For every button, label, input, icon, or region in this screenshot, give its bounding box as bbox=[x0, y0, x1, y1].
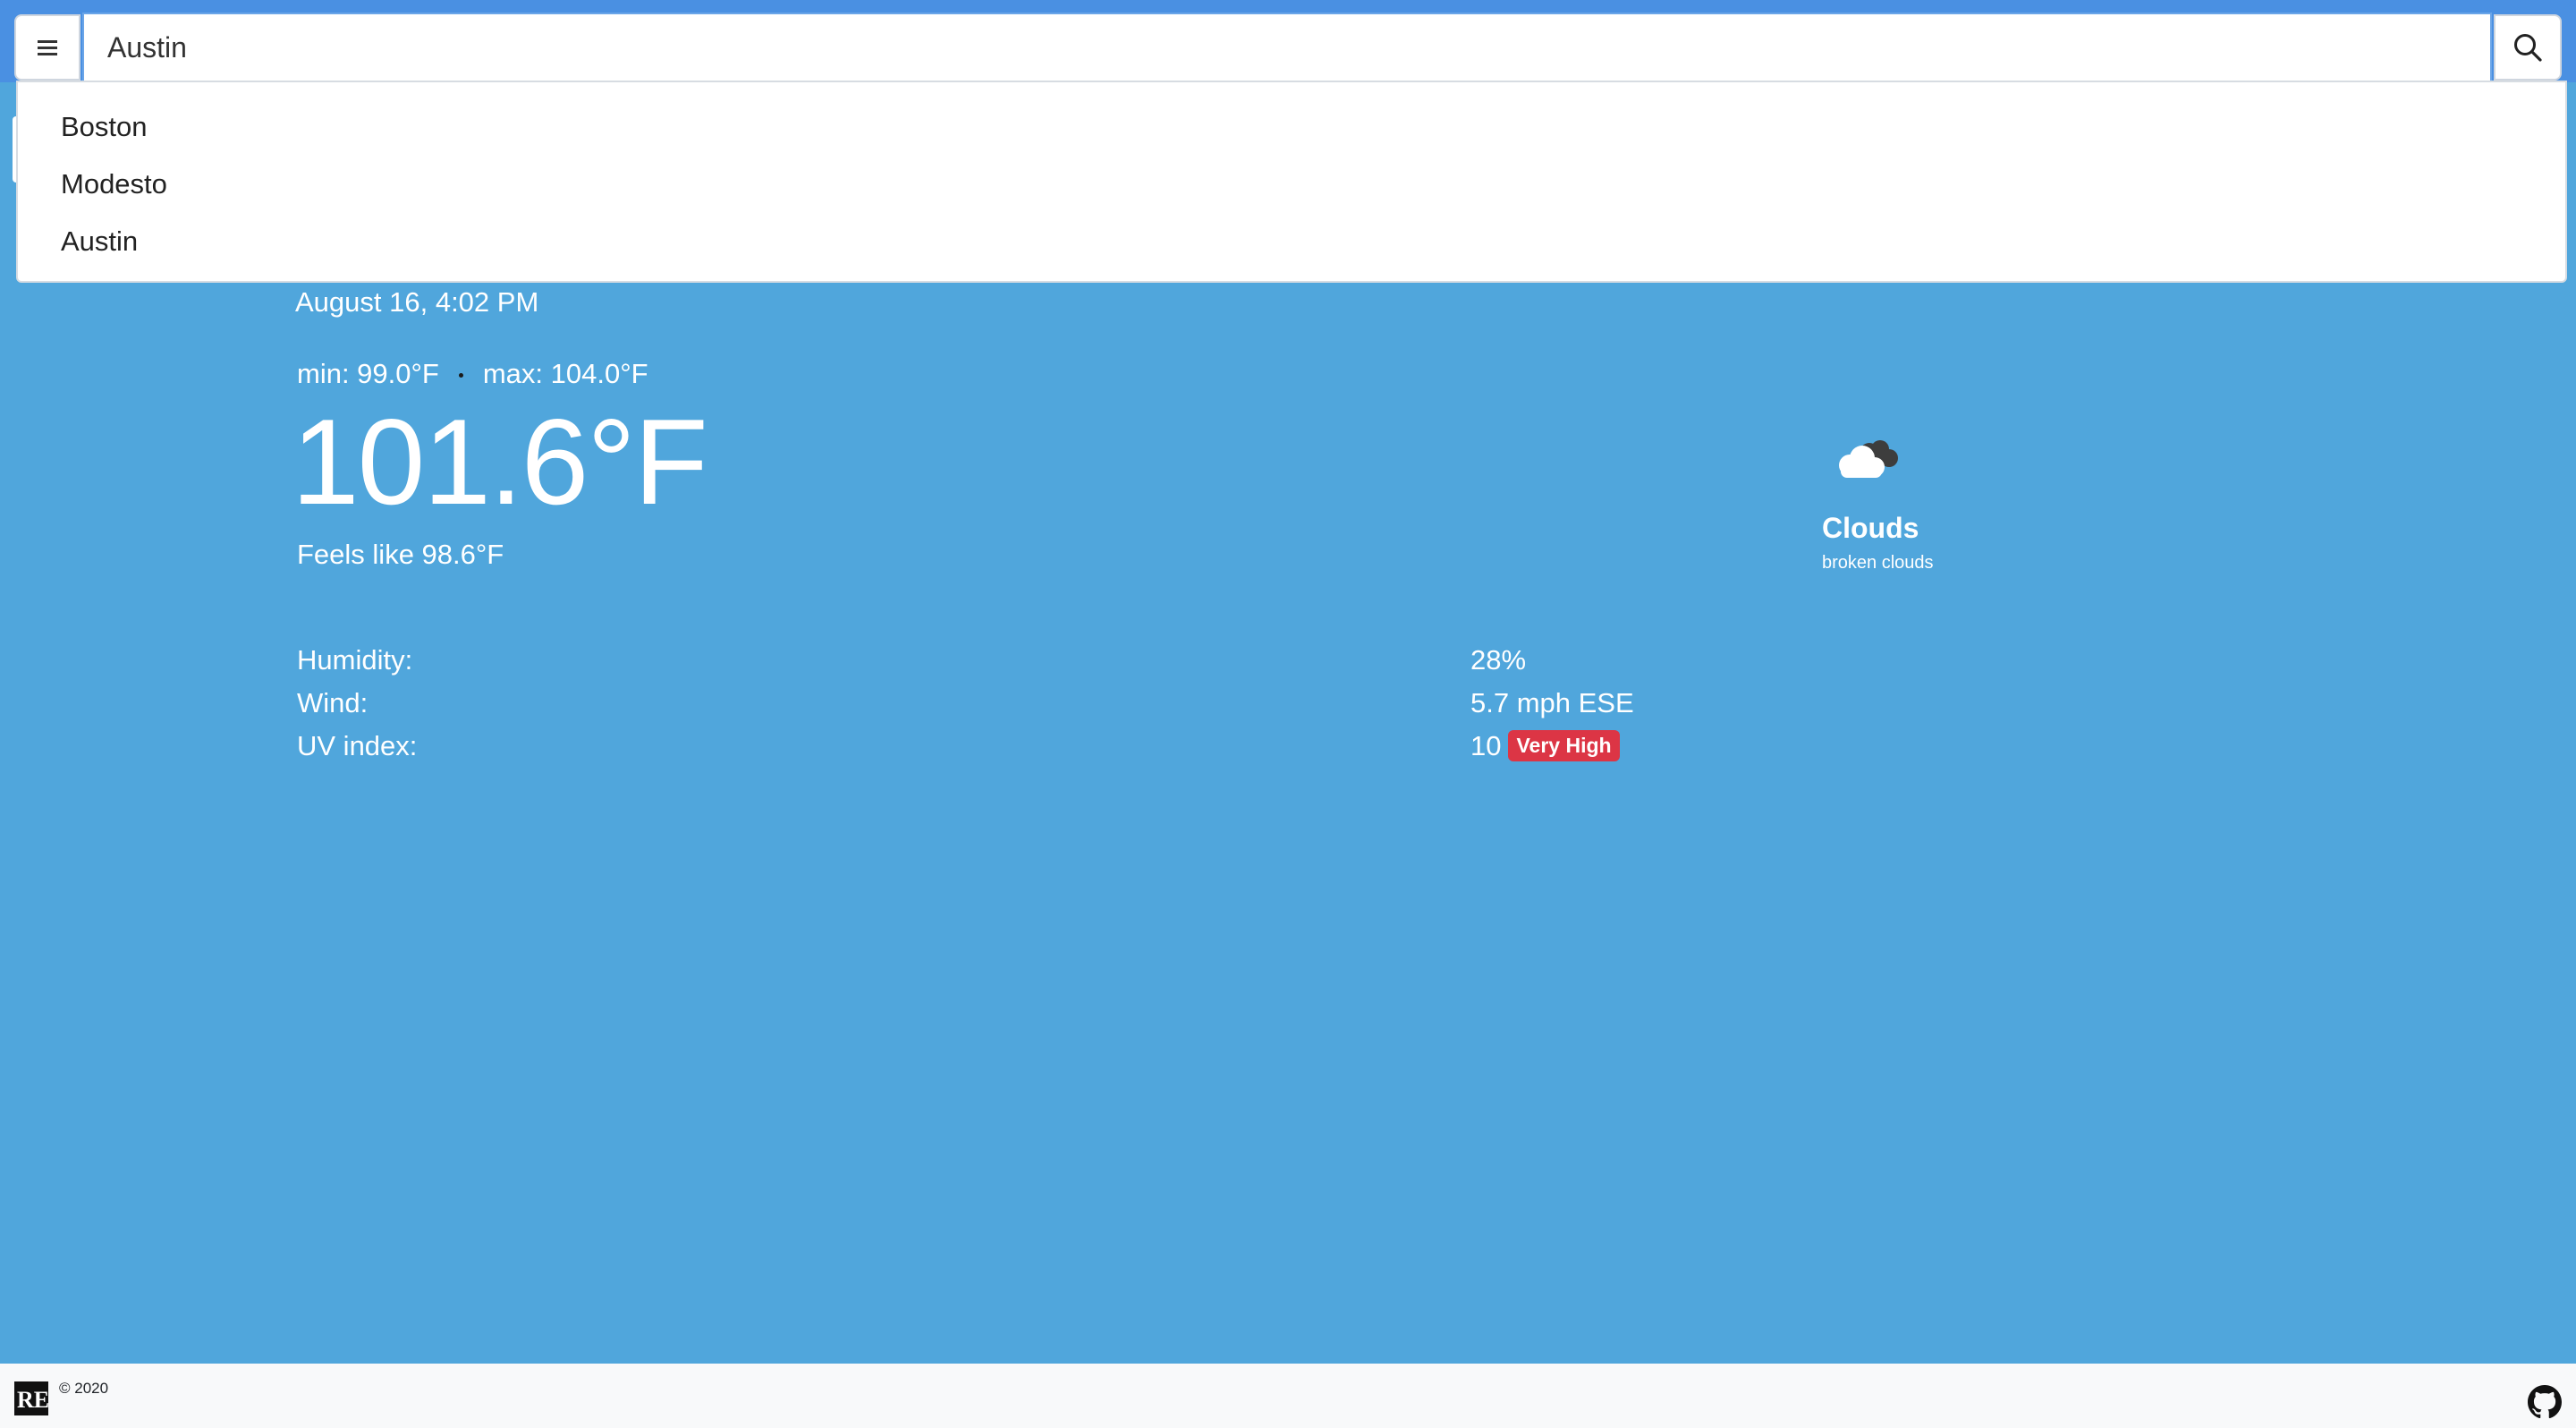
footer: RE © 2020 bbox=[0, 1364, 2576, 1428]
uv-index-value: 10 bbox=[1470, 730, 1502, 761]
wind-value: 5.7 mph ESE bbox=[1470, 687, 1634, 718]
uv-index-label: UV index: bbox=[297, 730, 418, 761]
humidity-value: 28% bbox=[1470, 644, 1527, 676]
feels-like: Feels like 98.6°F bbox=[297, 539, 504, 570]
svg-text:RE: RE bbox=[17, 1387, 48, 1413]
hamburger-menu-icon bbox=[38, 40, 57, 55]
wind-label: Wind: bbox=[297, 687, 369, 718]
uv-level-badge: Very High bbox=[1508, 730, 1620, 761]
logo-icon: RE bbox=[14, 1381, 48, 1415]
min-temperature: min: 99.0°F bbox=[297, 358, 439, 389]
date-time: August 16, 4:02 PM bbox=[295, 286, 539, 318]
suggestion-item-austin[interactable]: Austin bbox=[61, 225, 138, 258]
condition-main: Clouds bbox=[1822, 512, 1919, 544]
uv-index-value-row: 10 Very High bbox=[1470, 730, 1620, 762]
search-suggestions: Boston Modesto Austin bbox=[16, 81, 2567, 283]
min-max-temperature: min: 99.0°F max: 104.0°F bbox=[297, 358, 648, 390]
humidity-label: Humidity: bbox=[297, 644, 413, 676]
menu-button[interactable] bbox=[14, 14, 80, 81]
suggestion-item-boston[interactable]: Boston bbox=[61, 111, 148, 143]
copyright-text: © 2020 bbox=[59, 1380, 109, 1397]
current-temperature: 101.6°F bbox=[292, 394, 708, 530]
suggestion-item-modesto[interactable]: Modesto bbox=[61, 168, 167, 200]
search-button[interactable] bbox=[2494, 14, 2562, 81]
magnifier-icon bbox=[2514, 34, 2542, 62]
github-icon[interactable] bbox=[2528, 1385, 2562, 1419]
search-input[interactable] bbox=[82, 13, 2492, 82]
separator-dot bbox=[458, 373, 463, 378]
max-temperature: max: 104.0°F bbox=[482, 358, 648, 389]
condition-description: broken clouds bbox=[1822, 553, 1934, 573]
broken-clouds-icon bbox=[1839, 440, 1898, 478]
